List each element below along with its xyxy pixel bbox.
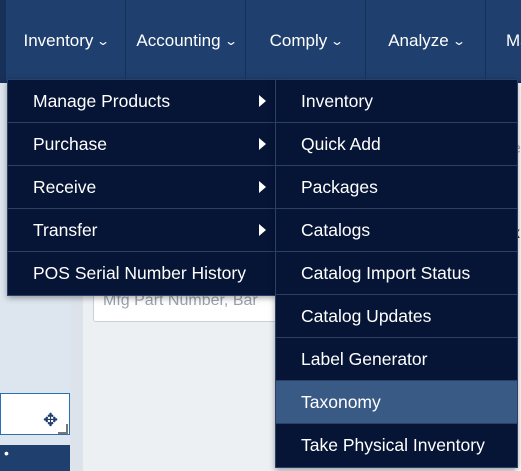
submenu-item-label: Quick Add: [301, 133, 381, 154]
nav-analyze[interactable]: Analyze ⌄: [365, 0, 486, 81]
submenu-item-label: Label Generator: [301, 348, 428, 369]
resize-handle-icon[interactable]: [58, 424, 68, 434]
submenu-item-label: Catalog Import Status: [301, 262, 471, 283]
bullet-text: •: [4, 445, 9, 461]
caret-right-icon: [259, 138, 266, 150]
chevron-down-icon: ⌄: [330, 33, 345, 48]
move-icon[interactable]: ✥: [43, 410, 58, 431]
menu-item-label: Purchase: [33, 133, 107, 154]
submenu-item-label: Inventory: [301, 90, 373, 111]
chevron-down-icon: ⌄: [223, 33, 238, 48]
menu-item-transfer[interactable]: Transfer: [8, 209, 276, 252]
inventory-dropdown-menu: Manage Products Purchase Receive Transfe…: [7, 79, 277, 296]
nav-more-label: Ma: [506, 30, 521, 50]
nav-inventory-label: Inventory: [23, 30, 94, 50]
submenu-item-taxonomy[interactable]: Taxonomy: [276, 381, 517, 424]
menu-item-manage-products[interactable]: Manage Products: [8, 80, 276, 123]
menu-item-label: Manage Products: [33, 90, 171, 111]
menu-item-purchase[interactable]: Purchase: [8, 123, 276, 166]
submenu-item-quick-add[interactable]: Quick Add: [276, 123, 517, 166]
menu-item-label: Transfer: [33, 219, 98, 240]
nav-inventory[interactable]: Inventory ⌄: [5, 0, 126, 81]
caret-right-icon: [259, 181, 266, 193]
nav-comply[interactable]: Comply ⌄: [245, 0, 366, 81]
submenu-item-catalog-updates[interactable]: Catalog Updates: [276, 295, 517, 338]
bottom-bar: •: [0, 445, 70, 471]
menu-item-pos-serial-number-history[interactable]: POS Serial Number History: [8, 252, 276, 295]
submenu-item-packages[interactable]: Packages: [276, 166, 517, 209]
submenu-item-label: Taxonomy: [301, 391, 381, 412]
chevron-down-icon: ⌄: [451, 33, 466, 48]
submenu-item-inventory[interactable]: Inventory: [276, 80, 517, 123]
caret-right-icon: [259, 224, 266, 236]
manage-products-submenu: Inventory Quick Add Packages Catalogs Ca…: [275, 79, 518, 468]
submenu-item-label: Take Physical Inventory: [301, 435, 485, 455]
submenu-item-label-generator[interactable]: Label Generator: [276, 338, 517, 381]
submenu-item-take-physical-inventory[interactable]: Take Physical Inventory: [276, 424, 517, 467]
submenu-item-label: Packages: [301, 176, 378, 197]
menu-item-label: Receive: [33, 176, 97, 197]
menu-item-label: POS Serial Number History: [33, 263, 246, 283]
menu-item-receive[interactable]: Receive: [8, 166, 276, 209]
chevron-down-icon: ⌄: [96, 33, 111, 48]
nav-analyze-label: Analyze: [388, 30, 449, 50]
nav-accounting[interactable]: Accounting ⌄: [125, 0, 246, 81]
submenu-item-label: Catalogs: [301, 219, 371, 240]
nav-accounting-label: Accounting: [136, 30, 221, 50]
submenu-item-catalog-import-status[interactable]: Catalog Import Status: [276, 252, 517, 295]
submenu-item-label: Catalog Updates: [301, 305, 432, 326]
top-navigation-bar: Inventory ⌄ Accounting ⌄ Comply ⌄ Analyz…: [0, 0, 521, 83]
submenu-item-catalogs[interactable]: Catalogs: [276, 209, 517, 252]
nav-more[interactable]: Ma: [485, 0, 521, 81]
caret-right-icon: [259, 95, 266, 107]
nav-comply-label: Comply: [269, 30, 328, 50]
